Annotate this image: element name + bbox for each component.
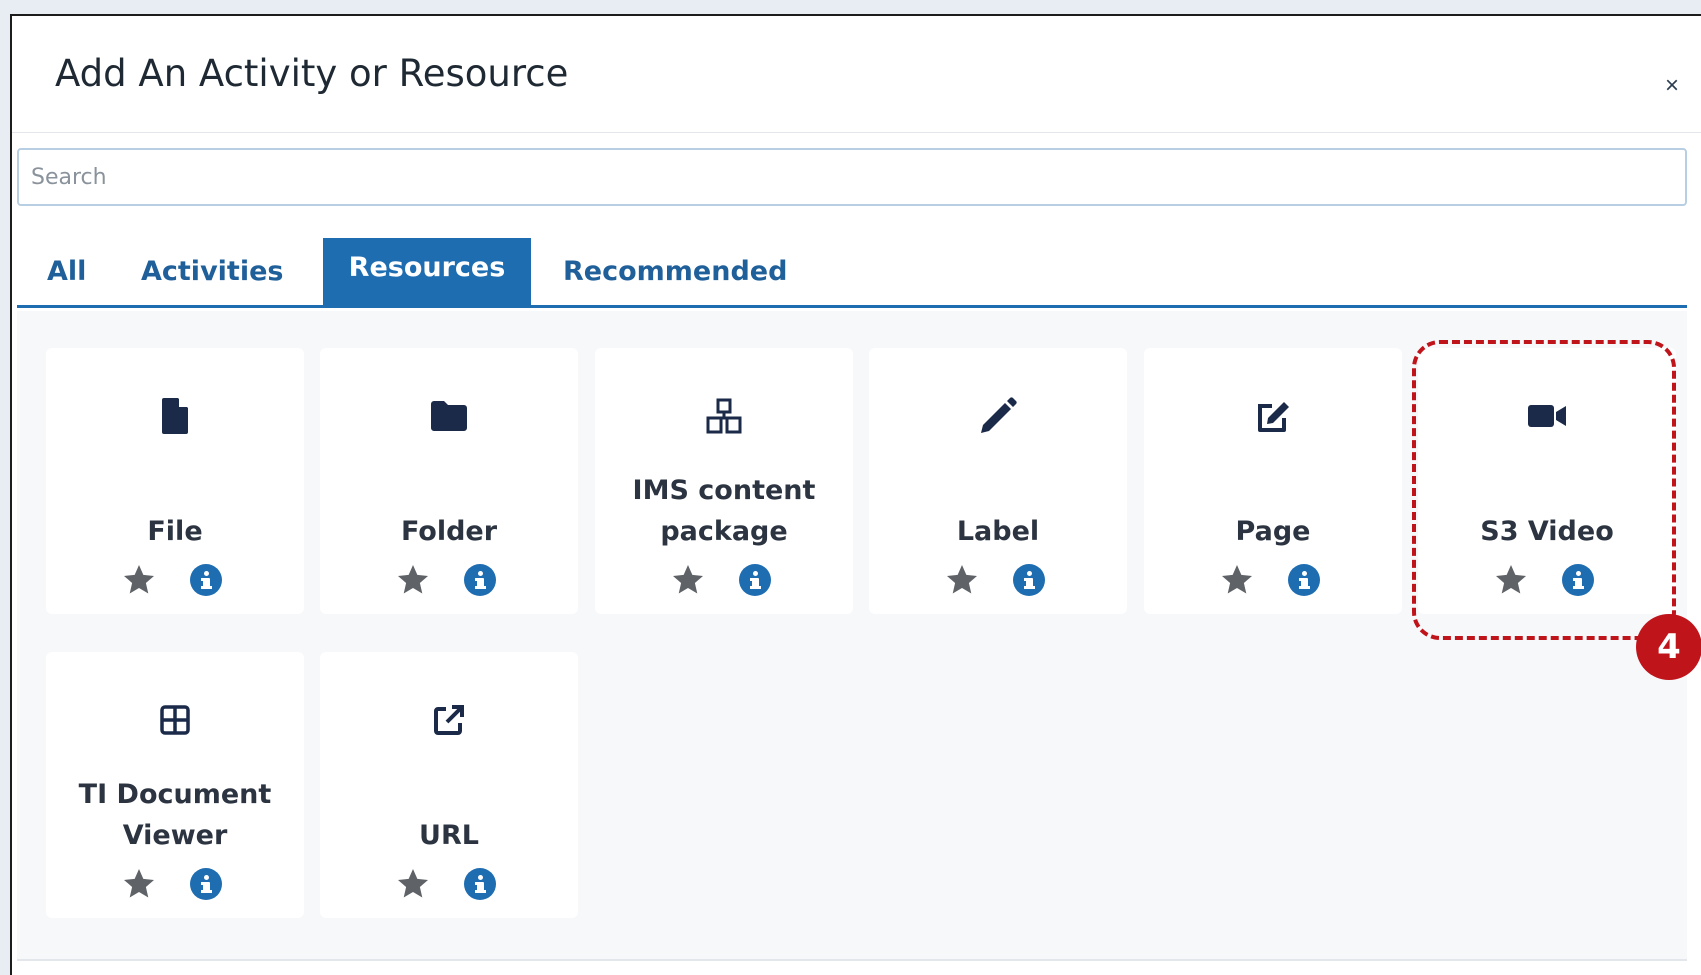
star-icon[interactable]: [395, 866, 431, 902]
info-icon[interactable]: [1013, 564, 1045, 596]
modal-header: Add An Activity or Resource ×: [12, 16, 1701, 133]
info-icon[interactable]: [190, 868, 222, 900]
grid-icon: [46, 698, 304, 742]
edit-icon: [1144, 394, 1402, 438]
star-icon[interactable]: [670, 562, 706, 598]
pencil-icon: [869, 394, 1127, 438]
resource-card-s3-video[interactable]: S3 Video: [1418, 348, 1676, 614]
info-icon[interactable]: [190, 564, 222, 596]
star-icon[interactable]: [1219, 562, 1255, 598]
tab-bar: All Activities Resources Recommended: [17, 238, 1687, 308]
resource-card-url[interactable]: URL: [320, 652, 578, 918]
resource-card-ti-document-viewer[interactable]: TI Document Viewer: [46, 652, 304, 918]
search-input[interactable]: [17, 148, 1687, 206]
close-button[interactable]: ×: [1652, 66, 1692, 106]
resource-label: Label: [956, 516, 1040, 547]
info-icon[interactable]: [464, 564, 496, 596]
external-link-icon: [320, 698, 578, 742]
info-icon[interactable]: [1288, 564, 1320, 596]
tab-activities[interactable]: Activities: [141, 238, 283, 305]
resource-label: URL: [419, 820, 479, 851]
resource-card-page[interactable]: Page: [1144, 348, 1402, 614]
star-icon[interactable]: [121, 866, 157, 902]
resource-label: Page: [1235, 516, 1311, 547]
resource-label: File: [147, 516, 203, 547]
star-icon[interactable]: [944, 562, 980, 598]
resource-label: TI Document Viewer: [78, 779, 272, 851]
info-icon[interactable]: [464, 868, 496, 900]
modal-title: Add An Activity or Resource: [55, 52, 569, 95]
resource-label: IMS content package: [632, 475, 816, 547]
info-icon[interactable]: [1562, 564, 1594, 596]
resource-label: Folder: [400, 516, 498, 547]
tab-resources[interactable]: Resources: [323, 238, 531, 305]
tab-recommended[interactable]: Recommended: [563, 238, 787, 305]
resource-card-file[interactable]: File: [46, 348, 304, 614]
package-icon: [595, 394, 853, 438]
info-icon[interactable]: [739, 564, 771, 596]
resource-card-ims-content-package[interactable]: IMS content package: [595, 348, 853, 614]
resource-label: S3 Video: [1480, 516, 1614, 547]
video-icon: [1418, 394, 1676, 438]
star-icon[interactable]: [395, 562, 431, 598]
star-icon[interactable]: [1493, 562, 1529, 598]
resource-grid: File Folder IMS content package Label Pa…: [17, 311, 1687, 961]
tab-all[interactable]: All: [47, 238, 86, 305]
resource-card-label[interactable]: Label: [869, 348, 1127, 614]
file-icon: [46, 394, 304, 438]
star-icon[interactable]: [121, 562, 157, 598]
step-badge: 4: [1636, 614, 1701, 680]
resource-card-folder[interactable]: Folder: [320, 348, 578, 614]
folder-icon: [320, 394, 578, 438]
